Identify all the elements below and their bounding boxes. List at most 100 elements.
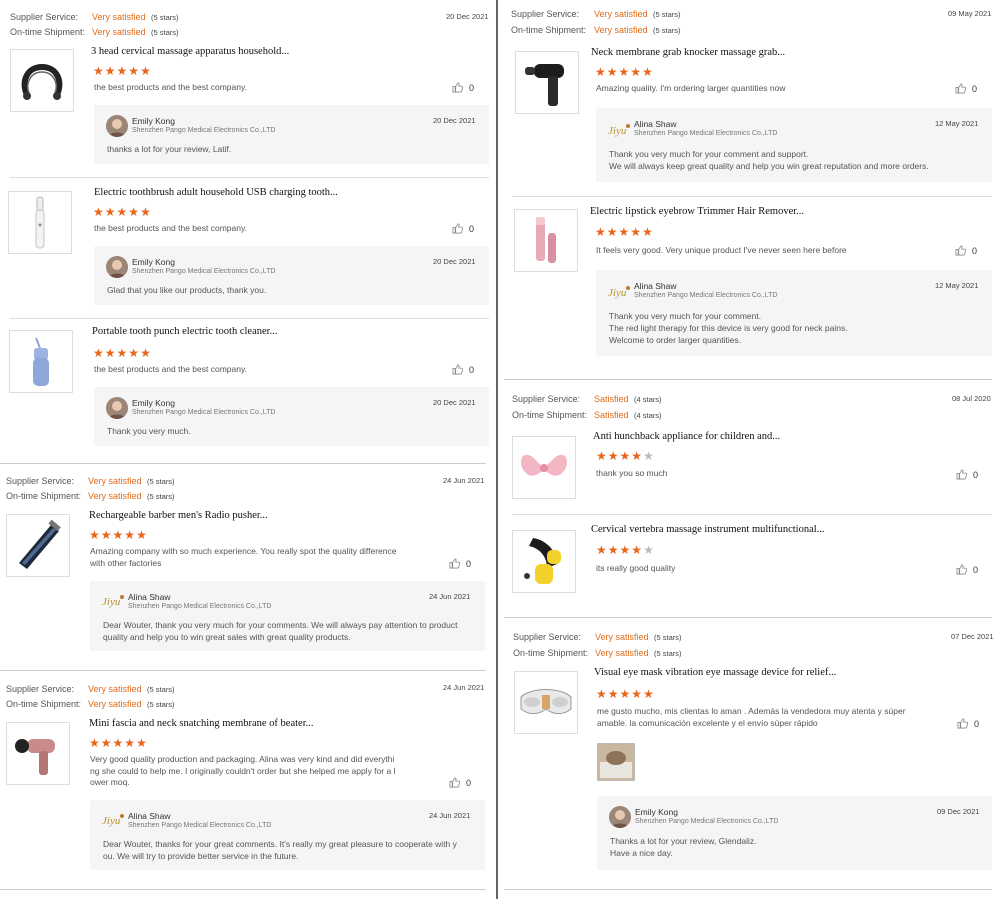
right-review-column: Supplier Service: Very satisfied (5 star…: [498, 0, 1000, 899]
product-title[interactable]: Electric toothbrush adult household USB …: [94, 187, 338, 198]
product-thumbnail[interactable]: [9, 330, 73, 393]
replier-name: Emily Kong: [132, 398, 175, 408]
product-title[interactable]: Neck membrane grab knocker massage grab.…: [591, 47, 785, 58]
product-title[interactable]: Portable tooth punch electric tooth clea…: [92, 326, 277, 337]
company-logo-icon: Jiyu: [102, 814, 124, 827]
review-text-line: ower moq.: [90, 777, 130, 787]
star-empty-icon: ★: [643, 543, 654, 557]
like-button[interactable]: 0: [955, 83, 977, 94]
supplier-service-stars: (5 stars): [654, 633, 682, 642]
product-thumbnail[interactable]: [8, 191, 72, 254]
review-photo[interactable]: [597, 743, 635, 781]
divider: [504, 889, 992, 890]
product-thumbnail[interactable]: [514, 209, 578, 272]
product-thumbnail[interactable]: [512, 436, 576, 499]
star-icon: ★: [140, 205, 151, 219]
reply-text-line: The red light therapy for this device is…: [609, 323, 848, 333]
product-title[interactable]: Rechargeable barber men's Radio pusher..…: [89, 510, 268, 521]
like-count: 0: [466, 558, 472, 569]
like-button[interactable]: 0: [955, 245, 977, 256]
eye-massager-image: [520, 688, 572, 714]
product-title[interactable]: Anti hunchback appliance for children an…: [593, 431, 780, 442]
shipment-value: Very satisfied: [88, 699, 142, 709]
supplier-service-label: Supplier Service:: [6, 684, 75, 694]
product-thumbnail[interactable]: [515, 51, 579, 114]
posture-corrector-image: [520, 454, 568, 476]
review-text: me gusto mucho, mis clientas lo aman . A…: [597, 706, 917, 729]
rating-stars: ★ ★ ★ ★ ★: [89, 529, 147, 541]
like-button[interactable]: 0: [956, 469, 978, 480]
reply-date: 12 May 2021: [935, 119, 979, 128]
star-icon: ★: [140, 64, 151, 78]
like-button[interactable]: 0: [452, 82, 474, 93]
company-logo-icon: Jiyu: [102, 595, 124, 608]
reply-date: 20 Dec 2021: [433, 257, 476, 266]
company-logo: Jiyu: [607, 282, 631, 302]
shipment-row: On-time Shipment: Satisfied (4 stars): [512, 410, 662, 420]
review-date: 24 Jun 2021: [443, 683, 485, 692]
replier-name: Emily Kong: [635, 807, 678, 817]
like-button[interactable]: 0: [452, 223, 474, 234]
product-thumbnail[interactable]: [514, 671, 578, 734]
like-count: 0: [466, 777, 472, 788]
seller-reply: Emily Kong Shenzhen Pango Medical Electr…: [94, 105, 489, 164]
reply-text-line: quality and help you to win great sales …: [103, 632, 351, 642]
supplier-service-value: Very satisfied: [92, 12, 146, 22]
product-thumbnail[interactable]: [6, 514, 70, 577]
thumbs-up-icon: [955, 83, 966, 94]
reply-date: 20 Dec 2021: [433, 398, 476, 407]
seller-reply: Jiyu Alina Shaw Shenzhen Pango Medical E…: [596, 270, 992, 356]
reply-text-line: Thank you very much for your comment and…: [609, 149, 809, 159]
star-icon: ★: [128, 205, 140, 219]
like-button[interactable]: 0: [449, 558, 471, 569]
review-text-line: with other factories: [90, 557, 162, 568]
like-button[interactable]: 0: [452, 364, 474, 375]
review-text: the best products and the best company.: [94, 82, 247, 92]
shipment-stars: (5 stars): [147, 492, 175, 501]
thumbs-up-icon: [452, 364, 463, 375]
replier-company: Shenzhen Pango Medical Electronics Co.,L…: [128, 603, 272, 610]
like-count: 0: [973, 469, 979, 480]
product-thumbnail[interactable]: [512, 530, 576, 593]
like-button[interactable]: 0: [957, 718, 979, 729]
product-thumbnail[interactable]: [10, 49, 74, 112]
replier-name: Alina Shaw: [634, 281, 677, 291]
product-thumbnail[interactable]: [6, 722, 70, 785]
review-text: the best products and the best company.: [94, 223, 247, 233]
star-icon: ★: [607, 449, 619, 463]
reply-date: 12 May 2021: [935, 281, 979, 290]
lipstick-trimmer-image: [536, 216, 556, 263]
shipment-stars: (5 stars): [151, 28, 179, 37]
seller-reply: Jiyu Alina Shaw Shenzhen Pango Medical E…: [90, 581, 485, 651]
supplier-service-label: Supplier Service:: [512, 394, 581, 404]
seller-reply: Jiyu Alina Shaw Shenzhen Pango Medical E…: [90, 800, 485, 870]
company-logo-icon: Jiyu: [608, 124, 630, 137]
star-icon: ★: [89, 736, 100, 750]
product-title[interactable]: Electric lipstick eyebrow Trimmer Hair R…: [590, 206, 804, 217]
star-icon: ★: [642, 225, 653, 239]
like-count: 0: [469, 82, 475, 93]
review-date: 08 Jul 2020: [952, 394, 991, 403]
product-title[interactable]: Cervical vertebra massage instrument mul…: [591, 524, 825, 535]
product-title[interactable]: Visual eye mask vibration eye massage de…: [594, 667, 836, 678]
star-icon: ★: [631, 687, 643, 701]
svg-text:Jiyu: Jiyu: [102, 596, 121, 608]
rating-stars: ★ ★ ★ ★ ★: [89, 737, 147, 749]
star-icon: ★: [619, 687, 631, 701]
divider: [10, 177, 489, 178]
review-text: Amazing company with so much experience.…: [90, 546, 410, 569]
shipment-stars: (5 stars): [147, 700, 175, 709]
svg-text:Jiyu: Jiyu: [608, 125, 627, 137]
product-title[interactable]: 3 head cervical massage apparatus househ…: [91, 46, 289, 57]
star-icon: ★: [104, 205, 116, 219]
shipment-stars: (4 stars): [634, 411, 662, 420]
replier-company: Shenzhen Pango Medical Electronics Co.,L…: [634, 130, 778, 137]
like-button[interactable]: 0: [449, 777, 471, 788]
supplier-service-value: Very satisfied: [594, 9, 648, 19]
product-title[interactable]: Mini fascia and neck snatching membrane …: [89, 718, 314, 729]
star-icon: ★: [619, 543, 631, 557]
star-icon: ★: [136, 528, 147, 542]
like-button[interactable]: 0: [956, 564, 978, 575]
avatar: [609, 806, 631, 828]
avatar-icon: [106, 256, 128, 278]
